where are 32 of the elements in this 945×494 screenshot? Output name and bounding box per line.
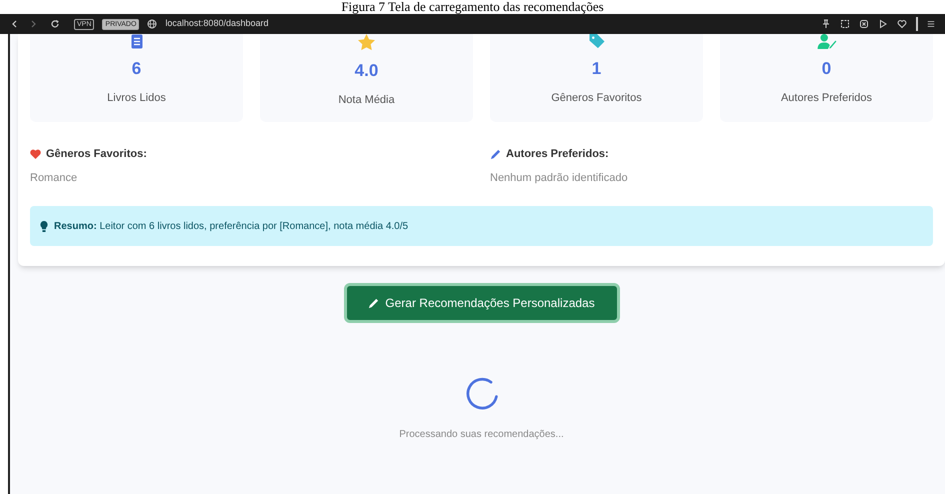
screenshot-icon[interactable]	[840, 19, 850, 29]
section-text: Romance	[30, 170, 78, 186]
loading-text: Processando suas recomendações...	[399, 428, 564, 442]
menu-icon[interactable]	[927, 19, 935, 29]
loading-spinner-icon	[464, 375, 500, 411]
stat-label: Autores Preferidos	[780, 91, 872, 106]
pencil-icon	[368, 298, 380, 308]
stat-value: 1	[592, 59, 602, 79]
play-icon[interactable]	[878, 19, 888, 29]
heart-icon	[30, 149, 41, 160]
stat-label: Livros Lidos	[107, 91, 166, 106]
globe-icon	[147, 19, 158, 29]
generate-button[interactable]: Gerar Recomendações Personalizadas	[344, 283, 620, 323]
section-title: Gêneros Favoritos:	[46, 147, 147, 162]
address-bar[interactable]: localhost:8080/dashboard	[165, 17, 268, 31]
lightbulb-icon	[40, 220, 48, 232]
section-title: Autores Preferidos:	[506, 147, 609, 162]
stat-value: 4.0	[354, 61, 378, 81]
stat-label: Nota Média	[338, 93, 395, 108]
figure-caption: Figura 7 Tela de carregamento das recomendações	[341, 0, 604, 14]
summary-text: Resumo: Leitor com 6 livros lidos, preferência por [Romance], nota média 4.0/5	[54, 220, 408, 234]
stat-value: 6	[132, 59, 142, 79]
star-icon	[357, 34, 376, 51]
stat-label: Gêneros Favoritos	[551, 91, 642, 106]
close-box-icon[interactable]	[859, 19, 869, 29]
pencil-icon	[490, 148, 501, 160]
stat-value: 0	[822, 59, 832, 79]
reload-icon[interactable]	[50, 19, 60, 29]
section-text: Nenhum padrão identificado	[490, 170, 629, 186]
user-pen-icon	[816, 34, 836, 49]
heart-icon[interactable]	[897, 19, 907, 29]
pin-icon[interactable]	[821, 19, 831, 29]
